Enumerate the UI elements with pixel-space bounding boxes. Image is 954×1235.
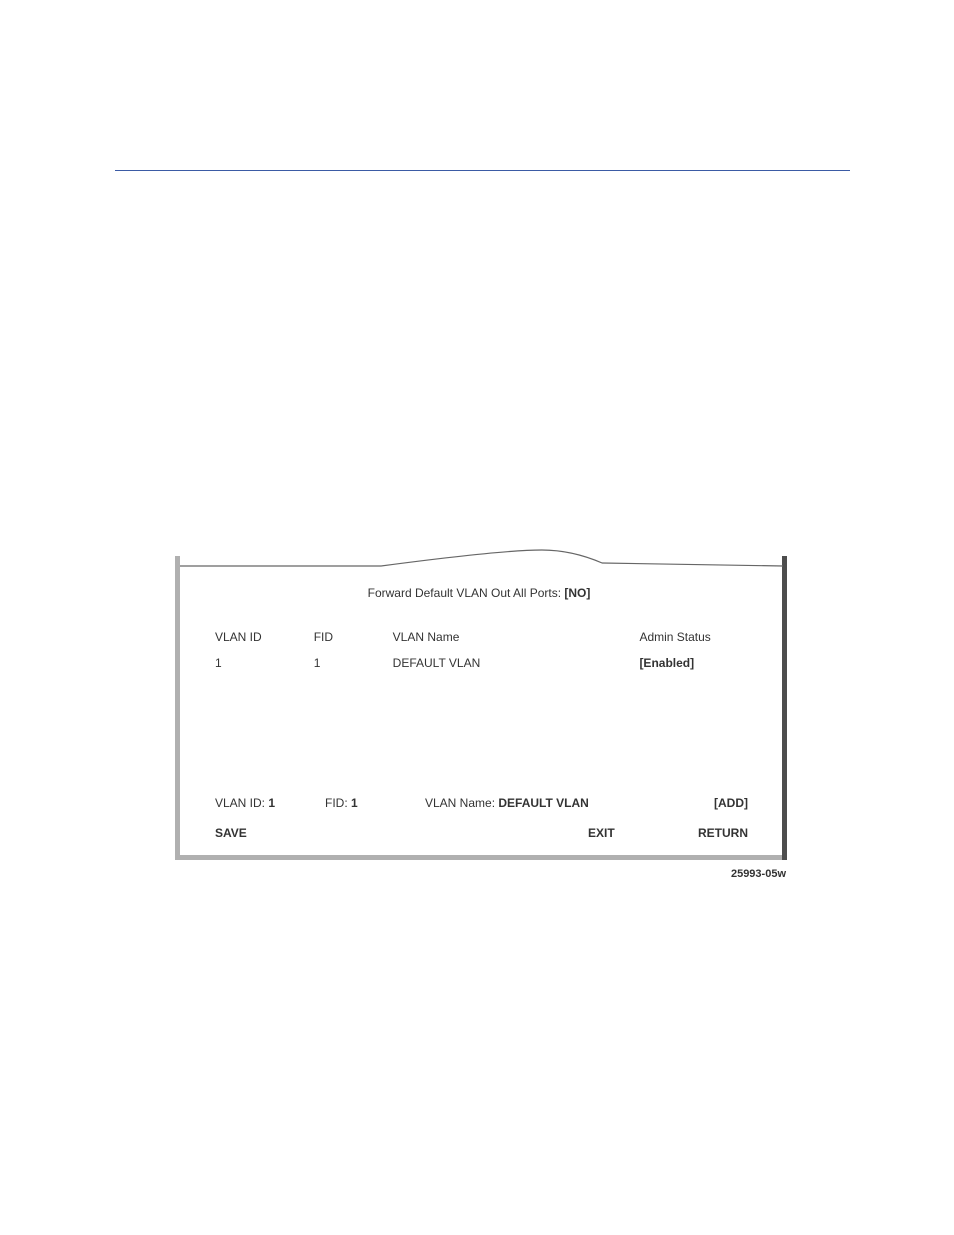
forward-default-vlan-line: Forward Default VLAN Out All Ports: [NO] <box>190 586 768 600</box>
header-fid: FID <box>314 630 393 644</box>
panel-border-right <box>782 556 787 860</box>
input-vlan-name-label: VLAN Name: <box>425 796 498 810</box>
header-vlan-id: VLAN ID <box>215 630 314 644</box>
input-vlan-id-value[interactable]: 1 <box>268 796 275 810</box>
vlan-table: VLAN ID FID VLAN Name Admin Status 1 1 D… <box>190 630 768 670</box>
input-vlan-id-label: VLAN ID: <box>215 796 268 810</box>
action-row: SAVE EXIT RETURN <box>215 826 748 840</box>
add-button[interactable]: [ADD] <box>688 796 748 810</box>
return-button[interactable]: RETURN <box>678 826 748 840</box>
exit-button[interactable]: EXIT <box>588 826 678 840</box>
panel-border-left <box>175 556 180 860</box>
cell-vlan-name: DEFAULT VLAN <box>393 656 640 670</box>
forward-label: Forward Default VLAN Out All Ports: <box>368 586 565 600</box>
vlan-config-panel: Forward Default VLAN Out All Ports: [NO]… <box>175 548 783 860</box>
panel-border-bottom <box>175 855 787 860</box>
table-row: 1 1 DEFAULT VLAN [Enabled] <box>215 656 748 670</box>
forward-value[interactable]: [NO] <box>564 586 590 600</box>
input-fid-label: FID: <box>325 796 351 810</box>
save-button[interactable]: SAVE <box>215 826 588 840</box>
panel-top-curve <box>180 548 783 568</box>
cell-vlan-id: 1 <box>215 656 314 670</box>
cell-admin-status[interactable]: [Enabled] <box>639 656 748 670</box>
cell-fid: 1 <box>314 656 393 670</box>
figure-number: 25993-05w <box>731 868 786 880</box>
table-header-row: VLAN ID FID VLAN Name Admin Status <box>215 630 748 644</box>
input-vlan-name-value[interactable]: DEFAULT VLAN <box>498 796 588 810</box>
header-vlan-name: VLAN Name <box>393 630 640 644</box>
header-admin-status: Admin Status <box>639 630 748 644</box>
input-row: VLAN ID: 1 FID: 1 VLAN Name: DEFAULT VLA… <box>215 796 748 810</box>
input-fid-value[interactable]: 1 <box>351 796 358 810</box>
top-separator <box>115 170 850 171</box>
